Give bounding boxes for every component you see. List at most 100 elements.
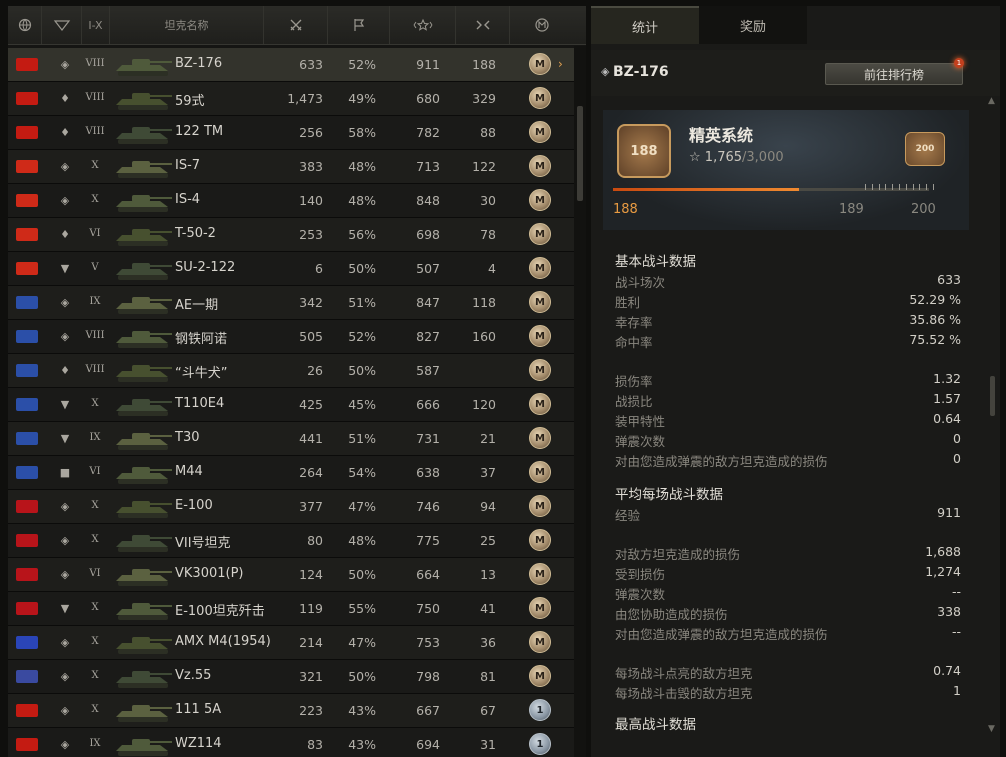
tank-row[interactable]: ♦ VIII “斗牛犬” 26 50% 587 M xyxy=(8,354,574,388)
tank-name: IS-7 xyxy=(175,158,201,173)
tank-image xyxy=(112,393,174,419)
tank-name: E-100 xyxy=(175,498,213,513)
tank-detail-panel: 统计 奖励 ◈ BZ-176 前往排行榜 1 188 精英系统 ☆ 1,765/… xyxy=(591,6,1000,757)
name-sort-button[interactable]: 坦克名称 xyxy=(110,6,264,44)
stat-value: 911 xyxy=(937,505,961,520)
battles-sort-button[interactable] xyxy=(264,6,328,44)
mastery-badge-icon: M xyxy=(529,155,551,177)
tank-row[interactable]: ◈ VIII 钢铁阿诺 505 52% 827 160 M xyxy=(8,320,574,354)
nation-flag-icon xyxy=(16,602,38,615)
tank-image xyxy=(112,597,174,623)
detail-scrollbar-thumb[interactable] xyxy=(990,376,995,416)
battles-value: 264 xyxy=(299,465,323,480)
tier-label: X xyxy=(91,194,99,205)
tab-rewards[interactable]: 奖励 xyxy=(699,6,807,44)
tier-label: IX xyxy=(89,432,101,443)
tier-label: IX xyxy=(89,738,101,749)
tank-type-icon: ◈ xyxy=(60,296,70,309)
tank-row[interactable]: ▼ X T110E4 425 45% 666 120 M xyxy=(8,388,574,422)
tank-name: AMX M4(1954) xyxy=(175,634,271,649)
elite-system-card: 188 精英系统 ☆ 1,765/3,000 200 188 189 200 xyxy=(603,110,969,230)
stat-label: 胜利 xyxy=(615,295,641,310)
tier-label: VIII xyxy=(85,92,105,103)
nation-sort-button[interactable] xyxy=(8,6,42,44)
tank-row[interactable]: ▼ IX T30 441 51% 731 21 M xyxy=(8,422,574,456)
tank-row[interactable]: ◈ X 111 5A 223 43% 667 67 1 xyxy=(8,694,574,728)
star-icon xyxy=(413,18,432,31)
tank-row[interactable]: ◈ X IS-7 383 48% 713 122 M xyxy=(8,150,574,184)
nation-flag-icon xyxy=(16,262,38,275)
winrate-value: 52% xyxy=(348,329,376,344)
tank-type-icon: ▼ xyxy=(60,262,70,275)
tier-sort-button[interactable]: I-X xyxy=(82,6,110,44)
tab-stats-label: 统计 xyxy=(631,20,658,36)
tank-row[interactable]: ◈ VI VK3001(P) 124 50% 664 13 M xyxy=(8,558,574,592)
tank-name: T-50-2 xyxy=(175,226,216,241)
tank-row[interactable]: ▼ V SU-2-122 6 50% 507 4 M xyxy=(8,252,574,286)
xp-sort-button[interactable] xyxy=(390,6,456,44)
scroll-up-icon[interactable]: ▲ xyxy=(988,96,995,106)
elite-progress-bar xyxy=(613,188,929,191)
stat-value: 338 xyxy=(937,604,961,619)
tank-row[interactable]: ♦ VIII 122 TM 256 58% 782 88 M xyxy=(8,116,574,150)
stat-row: 对由您造成弹震的敌方坦克造成的损伤 -- xyxy=(615,624,963,644)
winrate-sort-button[interactable] xyxy=(328,6,390,44)
battles-value: 83 xyxy=(307,737,323,752)
mastery-value: 122 xyxy=(472,159,496,174)
tank-row[interactable]: ◈ X E-100 377 47% 746 94 M xyxy=(8,490,574,524)
avg-xp-value: 775 xyxy=(416,533,440,548)
stat-row: 胜利 52.29 % xyxy=(615,292,963,312)
name-header-label: 坦克名称 xyxy=(164,19,209,32)
type-sort-button[interactable] xyxy=(42,6,82,44)
tank-row[interactable]: ♦ VIII 59式 1,473 49% 680 329 M xyxy=(8,82,574,116)
tier-label: VI xyxy=(89,228,101,239)
tank-name: 钢铁阿诺 xyxy=(175,332,228,347)
stat-row: 对敌方坦克造成的损伤 1,688 xyxy=(615,544,963,564)
scroll-down-icon[interactable]: ▼ xyxy=(988,724,995,734)
stat-label: 对由您造成弹震的敌方坦克造成的损伤 xyxy=(615,454,828,469)
marks-sort-button[interactable] xyxy=(510,6,574,44)
go-to-leaderboard-button[interactable]: 前往排行榜 xyxy=(825,63,963,85)
avg-xp-value: 750 xyxy=(416,601,440,616)
tank-type-icon: ♦ xyxy=(60,126,70,139)
tab-stats[interactable]: 统计 xyxy=(591,6,699,44)
tank-row[interactable]: ▼ X E-100坦克歼击 119 55% 750 41 M xyxy=(8,592,574,626)
tank-row[interactable]: ◈ X IS-4 140 48% 848 30 M xyxy=(8,184,574,218)
tank-image xyxy=(112,87,174,113)
crossed-swords-icon xyxy=(290,19,301,31)
list-scrollbar[interactable] xyxy=(574,46,586,757)
tank-type-icon: ◈ xyxy=(60,330,70,343)
mastery-badge-icon: M xyxy=(529,427,551,449)
stat-value: 633 xyxy=(937,272,961,287)
tank-row[interactable]: ◈ X VII号坦克 80 48% 775 25 M xyxy=(8,524,574,558)
tank-name: SU-2-122 xyxy=(175,260,236,275)
detail-header: ◈ BZ-176 前往排行榜 1 xyxy=(591,50,1000,96)
tank-row[interactable]: ◈ IX WZ114 83 43% 694 31 1 xyxy=(8,728,574,757)
avg-xp-value: 753 xyxy=(416,635,440,650)
tank-row[interactable]: ◈ IX AE一期 342 51% 847 118 M xyxy=(8,286,574,320)
stat-label: 受到损伤 xyxy=(615,567,666,582)
nation-flag-icon xyxy=(16,364,38,377)
winrate-value: 50% xyxy=(348,363,376,378)
tier-label: VIII xyxy=(85,58,105,69)
tank-row[interactable]: ◈ VIII BZ-176 633 52% 911 188 M › xyxy=(8,48,574,82)
tank-row[interactable]: ♦ VI T-50-2 253 56% 698 78 M xyxy=(8,218,574,252)
list-scrollbar-thumb[interactable] xyxy=(577,106,583,201)
mastery-value: 13 xyxy=(480,567,496,582)
tank-row[interactable]: ■ VI M44 264 54% 638 37 M xyxy=(8,456,574,490)
tank-row[interactable]: ◈ X AMX M4(1954) 214 47% 753 36 M xyxy=(8,626,574,660)
stat-label: 装甲特性 xyxy=(615,414,666,429)
tank-type-icon: ▼ xyxy=(60,398,70,411)
mastery-sort-button[interactable] xyxy=(456,6,510,44)
mastery-badge-icon: M xyxy=(529,189,551,211)
tank-row[interactable]: ◈ X Vz.55 321 50% 798 81 M xyxy=(8,660,574,694)
tank-name: E-100坦克歼击 xyxy=(175,604,265,619)
stat-label: 命中率 xyxy=(615,335,653,350)
mastery-badge-icon: M xyxy=(529,121,551,143)
battles-value: 214 xyxy=(299,635,323,650)
detail-scrollbar[interactable]: ▲ ▼ xyxy=(987,96,998,746)
tank-type-icon xyxy=(53,20,70,31)
progress-tick xyxy=(905,184,907,190)
stat-row: 弹震次数 -- xyxy=(615,584,963,604)
mastery-value: 329 xyxy=(472,91,496,106)
